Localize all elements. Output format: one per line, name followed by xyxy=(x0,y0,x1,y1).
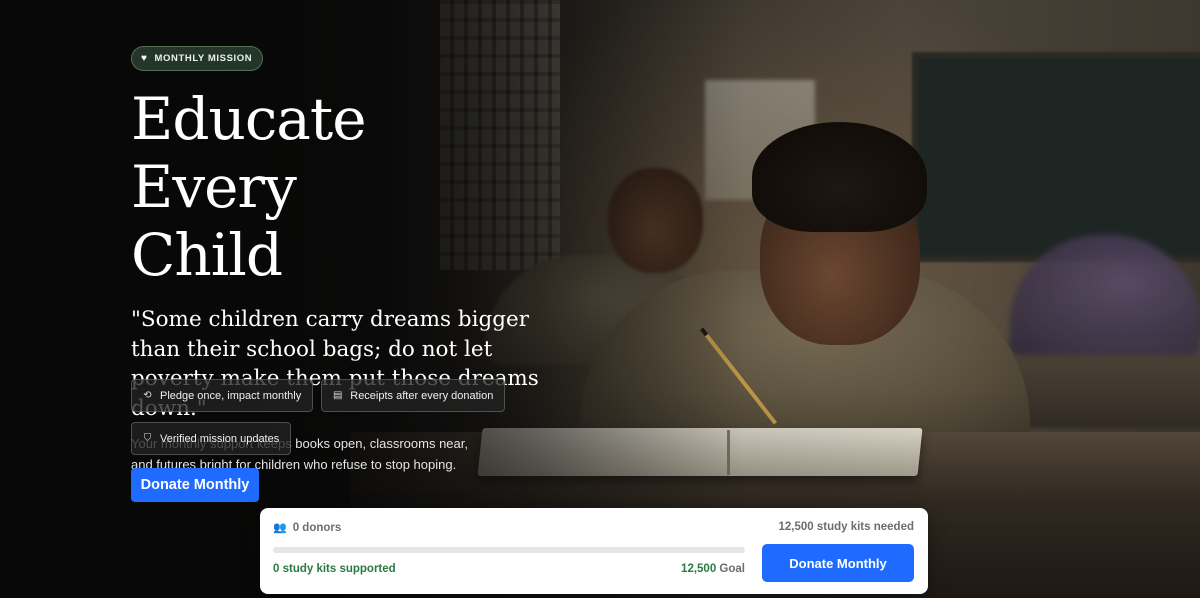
donate-monthly-button[interactable]: Donate Monthly xyxy=(131,468,259,502)
receipt-icon: ▤ xyxy=(333,390,343,401)
goal-number: 12,500 xyxy=(681,563,717,575)
mission-badge: ♥ MONTHLY MISSION xyxy=(131,46,264,71)
page-title: Educate Every Child xyxy=(131,85,531,289)
feature-chip-label: Receipts after every donation xyxy=(350,389,494,402)
goal-suffix: Goal xyxy=(716,563,745,575)
title-line-1: Educate Every xyxy=(131,85,367,221)
users-icon: 👥 xyxy=(273,522,287,534)
kits-needed: 12,500 study kits needed xyxy=(778,521,914,533)
refresh-icon: ⟲ xyxy=(143,390,152,401)
feature-chip-pledge: ⟲ Pledge once, impact monthly xyxy=(131,379,314,412)
feature-chip-label: Verified mission updates xyxy=(160,432,280,445)
kits-supported: 0 study kits supported xyxy=(273,563,396,575)
donate-monthly-card-button[interactable]: Donate Monthly xyxy=(762,544,914,582)
donors-label: 0 donors xyxy=(292,521,342,534)
heart-icon: ♥ xyxy=(141,52,148,64)
feature-chip-receipts: ▤ Receipts after every donation xyxy=(321,379,506,412)
donor-count: 👥 0 donors xyxy=(273,521,342,535)
progress-bar xyxy=(273,547,745,553)
goal-label: 12,500 Goal xyxy=(645,563,745,575)
feature-chip-verified: ⛉ Verified mission updates xyxy=(131,422,292,455)
feature-chip-label: Pledge once, impact monthly xyxy=(160,389,302,402)
shield-check-icon: ⛉ xyxy=(143,433,152,444)
donation-progress-card: 👥 0 donors 12,500 study kits needed 0 st… xyxy=(260,508,928,594)
badge-label: MONTHLY MISSION xyxy=(154,53,253,64)
feature-chips: ⟲ Pledge once, impact monthly ▤ Receipts… xyxy=(131,379,511,455)
title-line-2: Child xyxy=(131,221,283,289)
